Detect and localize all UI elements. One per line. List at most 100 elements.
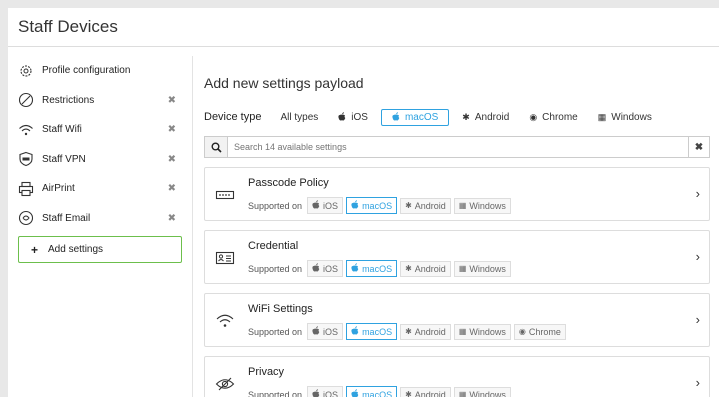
- chrome-icon: ◉: [529, 111, 538, 122]
- credential-icon: [215, 248, 235, 268]
- clear-search-icon[interactable]: ✖: [688, 137, 709, 157]
- android-icon: ✱: [405, 327, 412, 336]
- supported-on-label: Supported on: [248, 389, 303, 397]
- platform-badge-android: ✱ Android: [400, 386, 451, 397]
- sidebar-item-staff-email[interactable]: Staff Email ✖: [18, 204, 182, 234]
- setting-title: Passcode Policy: [248, 177, 329, 189]
- platform-label: macOS: [362, 326, 393, 337]
- tab-label: iOS: [351, 111, 368, 123]
- wifi-icon: [18, 122, 34, 138]
- tab-all-types[interactable]: All types: [273, 109, 325, 126]
- platform-label: Windows: [469, 263, 506, 274]
- sidebar-item-label: Staff Wifi: [42, 124, 82, 136]
- platform-label: Windows: [469, 326, 506, 337]
- setting-title: Privacy: [248, 366, 285, 378]
- search-input[interactable]: [228, 141, 688, 153]
- tab-windows[interactable]: ▦ Windows: [591, 109, 659, 126]
- sidebar-item-label: Staff VPN: [42, 153, 86, 165]
- setting-card-privacy[interactable]: Privacy Supported on iOS macOS ✱ Android ▦ Wind…: [204, 356, 710, 397]
- sidebar-item-label: AirPrint: [42, 183, 75, 195]
- vpn-shield-icon: [18, 151, 34, 167]
- supported-on-label: Supported on: [248, 263, 303, 274]
- remove-icon[interactable]: ✖: [168, 154, 176, 165]
- platform-label: Android: [414, 200, 446, 211]
- setting-card-credential[interactable]: Credential Supported on iOS macOS ✱ Android ▦ W…: [204, 230, 710, 284]
- platform-badge-macos: macOS: [346, 260, 398, 277]
- chevron-right-icon[interactable]: ›: [696, 249, 700, 264]
- windows-icon: ▦: [458, 264, 467, 273]
- platform-badge-ios: iOS: [307, 197, 344, 214]
- platform-badge-windows: ▦ Windows: [453, 323, 511, 340]
- platform-badge-chrome: ◉ Chrome: [513, 323, 566, 340]
- remove-icon[interactable]: ✖: [168, 183, 176, 194]
- restrictions-icon: [18, 92, 34, 108]
- windows-icon: ▦: [597, 111, 607, 122]
- remove-icon[interactable]: ✖: [168, 213, 176, 224]
- setting-card-passcode-policy[interactable]: Passcode Policy Supported on iOS macOS ✱ Andr…: [204, 167, 710, 221]
- chevron-right-icon[interactable]: ›: [696, 375, 700, 390]
- apple-icon: [351, 326, 359, 337]
- supported-on-label: Supported on: [248, 326, 303, 337]
- tab-ios[interactable]: iOS: [331, 109, 375, 126]
- apple-icon: [351, 200, 359, 211]
- tab-chrome[interactable]: ◉ Chrome: [522, 109, 584, 126]
- chevron-right-icon[interactable]: ›: [696, 186, 700, 201]
- page-title: Staff Devices: [8, 8, 719, 47]
- tab-macos[interactable]: macOS: [380, 108, 450, 126]
- passcode-icon: [215, 185, 235, 205]
- add-settings-button[interactable]: + Add settings: [18, 236, 182, 263]
- sidebar-item-restrictions[interactable]: Restrictions ✖: [18, 86, 182, 116]
- android-icon: ✱: [462, 111, 470, 122]
- gear-icon: [18, 63, 34, 79]
- apple-icon: [338, 111, 346, 123]
- tab-label: Android: [474, 111, 510, 123]
- platform-label: iOS: [323, 200, 339, 211]
- platform-label: iOS: [323, 326, 339, 337]
- sidebar-item-label: Profile configuration: [42, 65, 131, 77]
- apple-icon: [312, 326, 320, 337]
- supported-on-label: Supported on: [248, 200, 303, 211]
- setting-card-wifi-settings[interactable]: WiFi Settings Supported on iOS macOS ✱ Androi…: [204, 293, 710, 347]
- platform-badge-android: ✱ Android: [400, 260, 451, 277]
- platform-badge-android: ✱ Android: [400, 323, 451, 340]
- apple-icon: [312, 263, 320, 274]
- android-icon: ✱: [405, 201, 412, 210]
- tab-label: Windows: [611, 111, 652, 123]
- platform-label: macOS: [362, 389, 393, 397]
- sidebar: Profile configuration Restrictions ✖ Sta…: [18, 56, 182, 263]
- apple-icon: [312, 389, 320, 397]
- platform-badge-macos: macOS: [346, 197, 398, 214]
- email-icon: [18, 210, 34, 226]
- platform-label: Android: [414, 263, 446, 274]
- platform-badge-ios: iOS: [307, 386, 344, 397]
- remove-icon[interactable]: ✖: [168, 124, 176, 135]
- android-icon: ✱: [405, 264, 412, 273]
- platform-label: iOS: [323, 389, 339, 397]
- settings-search: ✖: [204, 136, 710, 158]
- sidebar-item-airprint[interactable]: AirPrint ✖: [18, 174, 182, 204]
- windows-icon: ▦: [458, 390, 467, 397]
- sidebar-item-label: Restrictions: [42, 94, 95, 106]
- setting-title: WiFi Settings: [248, 303, 313, 315]
- platform-badge-ios: iOS: [307, 260, 344, 277]
- sidebar-item-profile-configuration[interactable]: Profile configuration: [18, 56, 182, 86]
- device-type-label: Device type: [204, 111, 262, 123]
- platform-label: iOS: [323, 263, 339, 274]
- app-frame: Staff Devices Profile configuration Rest…: [8, 8, 719, 397]
- android-icon: ✱: [405, 390, 412, 397]
- sidebar-item-staff-wifi[interactable]: Staff Wifi ✖: [18, 115, 182, 145]
- setting-title: Credential: [248, 240, 299, 252]
- remove-icon[interactable]: ✖: [168, 95, 176, 106]
- sidebar-item-staff-vpn[interactable]: Staff VPN ✖: [18, 145, 182, 175]
- wifi-icon: [215, 311, 235, 331]
- platform-label: Chrome: [528, 326, 561, 337]
- platform-label: Android: [414, 326, 446, 337]
- tab-android[interactable]: ✱ Android: [455, 109, 516, 126]
- settings-list: Passcode Policy Supported on iOS macOS ✱ Andr…: [204, 167, 710, 397]
- apple-icon: [312, 200, 320, 211]
- supported-platforms: Supported on iOS macOS ✱ Android ▦ Windows: [248, 197, 511, 214]
- vertical-divider: [192, 56, 193, 397]
- chevron-right-icon[interactable]: ›: [696, 312, 700, 327]
- platform-badge-macos: macOS: [346, 386, 398, 397]
- platform-label: Windows: [469, 200, 506, 211]
